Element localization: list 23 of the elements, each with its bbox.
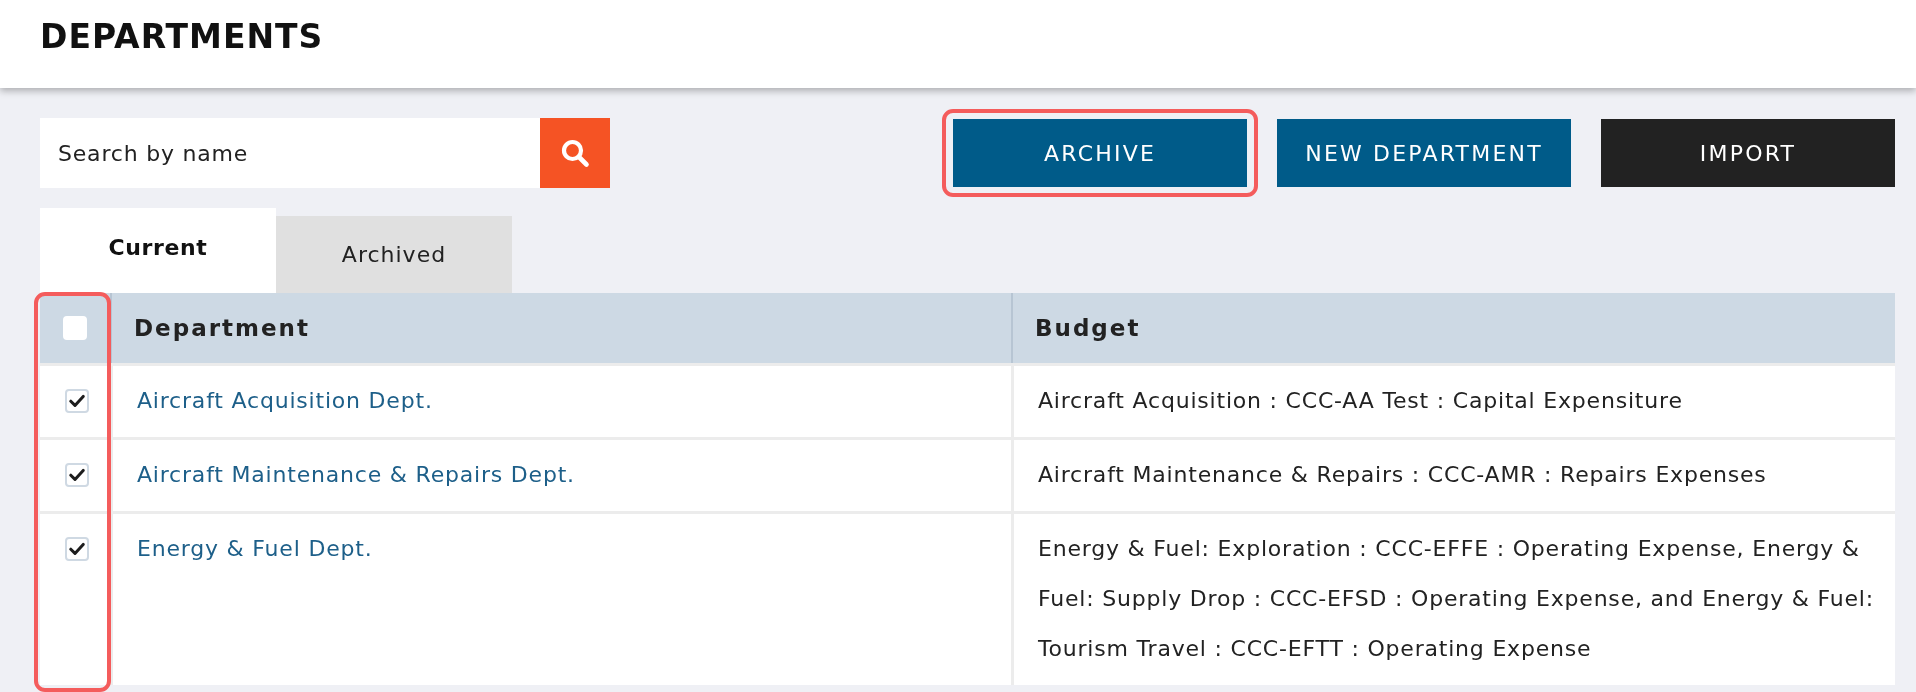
tab[interactable]: Archived [276, 216, 512, 293]
search-button[interactable] [540, 118, 610, 188]
check-icon [69, 468, 85, 482]
action-button[interactable]: ARCHIVE [953, 119, 1247, 187]
table-cell: Aircraft Maintenance & Repairs : CCC-AMR : Repairs Expenses [1014, 440, 1895, 511]
column-header: Budget [1013, 293, 1895, 363]
department-link[interactable]: Aircraft Maintenance & Repairs Dept. [137, 462, 575, 487]
table-cell: Energy & Fuel: Exploration : CCC-EFFE : Operating Expense, Energy & Fuel: Supply Drop : CCC-EFSD : Operating Expense, and Energy & Fuel: Tourism Travel : CCC-EFTT : Operating Expense [1014, 514, 1895, 685]
check-icon [69, 542, 85, 556]
checkbox[interactable] [65, 537, 89, 561]
search-field[interactable]: Search by name [40, 118, 540, 188]
tab[interactable]: Current [40, 208, 276, 293]
checkbox[interactable] [65, 389, 89, 413]
search-icon [560, 138, 590, 168]
action-button[interactable]: IMPORT [1601, 119, 1895, 187]
checkbox[interactable] [65, 463, 89, 487]
department-link[interactable]: Energy & Fuel Dept. [137, 536, 373, 561]
column-header: Department [112, 293, 1011, 363]
department-link[interactable]: Aircraft Acquisition Dept. [137, 388, 433, 413]
page-title: DEPARTMENTS [40, 18, 324, 56]
check-icon [69, 394, 85, 408]
action-button[interactable]: NEW DEPARTMENT [1277, 119, 1571, 187]
table-cell: Aircraft Acquisition : CCC-AA Test : Capital Expensiture [1014, 366, 1895, 437]
